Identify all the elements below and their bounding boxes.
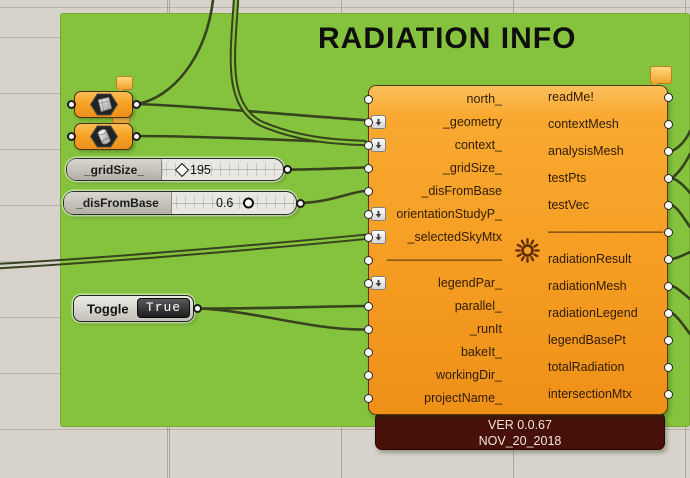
output-port-readme[interactable] xyxy=(664,93,673,102)
output-label-testpts: testPts xyxy=(548,170,663,186)
input-port-divider[interactable] xyxy=(364,256,373,265)
input-label-legendpar: legendPar_ xyxy=(380,275,502,291)
date-text: NOV_20_2018 xyxy=(376,433,664,449)
output-label-readme: readMe! xyxy=(548,89,663,105)
input-label-runit: _runIt xyxy=(380,321,502,337)
slider-value: 0.6 xyxy=(216,196,233,210)
boolean-toggle[interactable]: Toggle True xyxy=(73,295,194,322)
input-port-workingdir[interactable] xyxy=(364,371,373,380)
input-label-gridsize: _gridSize_ xyxy=(380,160,502,176)
input-label-north: north_ xyxy=(380,91,502,107)
output-label-contextmesh: contextMesh xyxy=(548,116,663,132)
input-port-context[interactable] xyxy=(364,141,373,150)
brep-icon xyxy=(89,92,119,117)
input-port-legendpar[interactable] xyxy=(364,279,373,288)
down-arrow-icon[interactable] xyxy=(371,207,386,221)
input-port-parallel[interactable] xyxy=(364,302,373,311)
param-output-port[interactable] xyxy=(132,100,141,109)
version-footer: VER 0.0.67 NOV_20_2018 xyxy=(375,412,665,450)
down-arrow-icon[interactable] xyxy=(371,230,386,244)
slider-label: _gridSize_ xyxy=(67,159,162,180)
input-port-selectedskymtx[interactable] xyxy=(364,233,373,242)
param-input-port[interactable] xyxy=(67,132,76,141)
output-label-legendbasept: legendBasePt xyxy=(548,332,663,348)
input-label-disfrombase: _disFromBase xyxy=(380,183,502,199)
param-output-port[interactable] xyxy=(132,132,141,141)
input-port-bakeit[interactable] xyxy=(364,348,373,357)
version-text: VER 0.0.67 xyxy=(376,417,664,433)
grasshopper-canvas[interactable]: RADIATION INFO _gridSize_ 19 xyxy=(0,0,690,478)
toggle-value[interactable]: True xyxy=(137,298,190,318)
input-label-workingdir: workingDir_ xyxy=(380,367,502,383)
output-port-testvec[interactable] xyxy=(664,201,673,210)
output-label-totalradiation: totalRadiation xyxy=(548,359,663,375)
input-label-parallel: parallel_ xyxy=(380,298,502,314)
input-port-north[interactable] xyxy=(364,95,373,104)
input-port-runit[interactable] xyxy=(364,325,373,334)
component-tab-icon[interactable] xyxy=(650,66,672,84)
slider-track[interactable]: 0.6 xyxy=(172,192,296,214)
input-port-gridsize[interactable] xyxy=(364,164,373,173)
output-divider: ───────────── xyxy=(548,224,663,240)
output-label-intersectionmtx: intersectionMtx xyxy=(548,386,663,402)
slider-label: _disFromBase xyxy=(64,192,172,214)
output-label-radiationresult: radiationResult xyxy=(548,251,663,267)
input-label-bakeit: bakeIt_ xyxy=(380,344,502,360)
output-port-radiationresult[interactable] xyxy=(664,255,673,264)
output-label-analysismesh: analysisMesh xyxy=(548,143,663,159)
slider-track[interactable]: 195 xyxy=(162,159,283,180)
input-label-geometry: _geometry xyxy=(380,114,502,130)
disfrombase-slider[interactable]: _disFromBase 0.6 xyxy=(63,191,297,215)
input-divider: ───────────── xyxy=(380,252,502,268)
input-label-context: context_ xyxy=(380,137,502,153)
slider-output-port[interactable] xyxy=(283,165,292,174)
output-port-radiationmesh[interactable] xyxy=(664,282,673,291)
output-port-totalradiation[interactable] xyxy=(664,363,673,372)
output-label-radiationmesh: radiationMesh xyxy=(548,278,663,294)
output-port-intersectionmtx[interactable] xyxy=(664,390,673,399)
input-port-projectname[interactable] xyxy=(364,394,373,403)
geometry-param-component[interactable] xyxy=(74,123,133,150)
input-port-orientationstudy[interactable] xyxy=(364,210,373,219)
sun-icon xyxy=(514,237,541,264)
output-port-radiationlegend[interactable] xyxy=(664,309,673,318)
slider-grip[interactable] xyxy=(243,198,254,209)
output-port-divider[interactable] xyxy=(664,228,673,237)
input-label-selectedskymtx: _selectedSkyMtx xyxy=(380,229,502,245)
geometry-icon xyxy=(89,124,119,149)
output-label-radiationlegend: radiationLegend xyxy=(548,305,663,321)
param-tab-icon[interactable] xyxy=(116,76,133,90)
slider-value: 195 xyxy=(190,163,211,177)
output-port-legendbasept[interactable] xyxy=(664,336,673,345)
slider-output-port[interactable] xyxy=(296,199,305,208)
input-label-projectname: projectName_ xyxy=(380,390,502,406)
brep-param-component[interactable] xyxy=(74,91,133,118)
toggle-label: Toggle xyxy=(87,301,129,316)
output-port-testpts[interactable] xyxy=(664,174,673,183)
output-port-contextmesh[interactable] xyxy=(664,120,673,129)
down-arrow-icon[interactable] xyxy=(371,138,386,152)
down-arrow-icon[interactable] xyxy=(371,115,386,129)
toggle-output-port[interactable] xyxy=(193,304,202,313)
output-label-testvec: testVec xyxy=(548,197,663,213)
param-input-port[interactable] xyxy=(67,100,76,109)
group-title: RADIATION INFO xyxy=(318,22,576,56)
slider-grip[interactable] xyxy=(175,162,189,176)
gridsize-slider[interactable]: _gridSize_ 195 xyxy=(66,158,284,181)
down-arrow-icon[interactable] xyxy=(371,276,386,290)
output-port-analysismesh[interactable] xyxy=(664,147,673,156)
input-label-orientationstudy: orientationStudyP_ xyxy=(380,206,502,222)
input-port-disfrombase[interactable] xyxy=(364,187,373,196)
input-port-geometry[interactable] xyxy=(364,118,373,127)
